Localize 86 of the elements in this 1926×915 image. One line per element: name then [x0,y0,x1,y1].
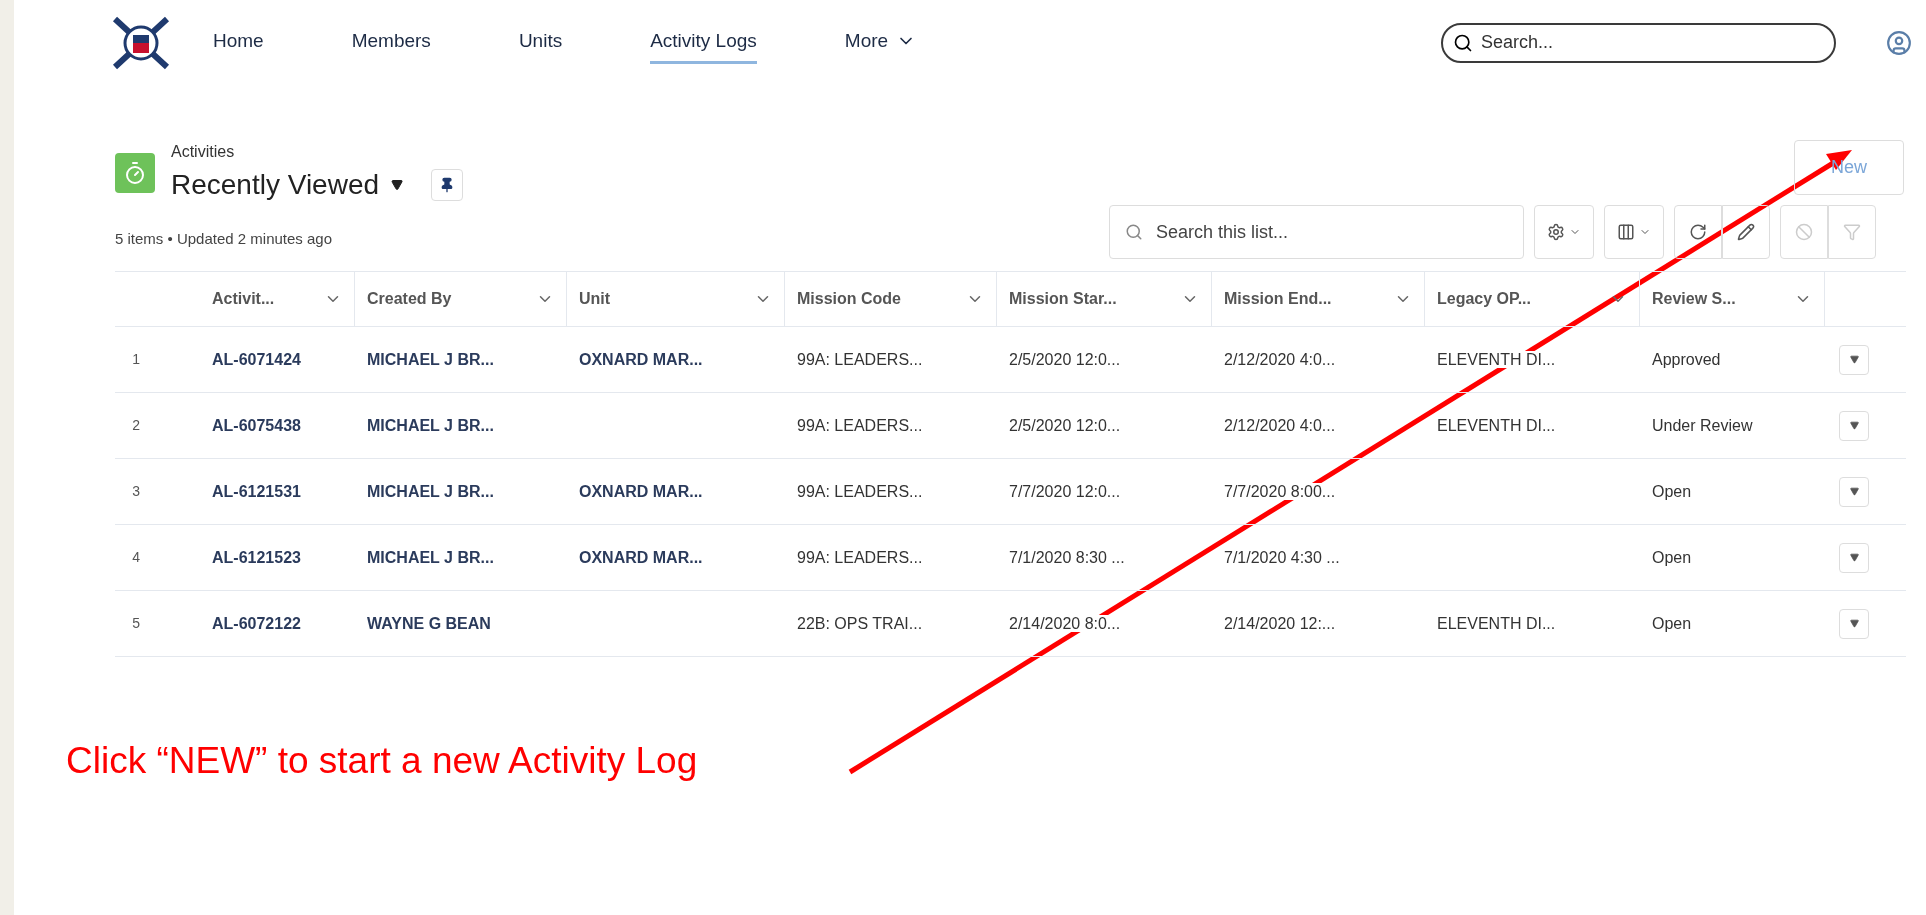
list-search-field[interactable]: Search this list... [1109,205,1524,259]
table-cell[interactable]: AL-6075438 [212,416,301,434]
nav-tab[interactable]: Members [351,20,431,65]
table-cell[interactable]: AL-6072122 [212,614,301,632]
column-header[interactable]: Review S... [1640,272,1825,326]
table-cell: 22B: OPS TRAI... [797,614,923,632]
table-cell[interactable]: WAYNE G BEAN [367,614,491,632]
caret-icon [391,179,404,191]
object-label: Activities [171,142,236,162]
column-header[interactable]: Created By [355,272,567,326]
nav-tab[interactable]: More [844,20,917,65]
table-cell: Under Review [1652,416,1753,434]
table-cell: 2/14/2020 8:0... [1009,614,1121,632]
columns-button[interactable] [1604,205,1664,259]
list-view-selector[interactable]: Recently Viewed [171,164,404,206]
table-cell: 7/1/2020 4:30 ... [1224,548,1340,566]
table-cell: 7/7/2020 8:00... [1224,482,1336,500]
search-icon [1453,32,1473,53]
table-cell: Open [1652,614,1692,632]
pencil-icon [1737,223,1755,241]
table-cell: Approved [1652,350,1721,368]
row-number: 1 [131,350,141,369]
column-header[interactable]: Mission Code [785,272,997,326]
stopwatch-glyph-icon [123,161,147,185]
table-cell: 99A: LEADERS... [797,482,923,500]
search-field[interactable]: Search... [1441,22,1836,63]
table-cell[interactable]: AL-6121523 [212,548,301,566]
annotation-text: Click “NEW” to start a new Activity Log [66,740,698,781]
row-action-button[interactable] [1839,344,1869,375]
table-cell[interactable]: OXNARD MAR... [579,548,703,566]
pin-button[interactable] [431,169,464,201]
settings-button[interactable] [1534,205,1594,259]
table-cell[interactable]: AL-6121531 [212,482,301,500]
table-cell: 99A: LEADERS... [797,350,923,368]
table-cell: 2/14/2020 12:... [1224,614,1336,632]
caret-icon [1849,553,1859,562]
row-action-button[interactable] [1839,410,1869,441]
nav-tab[interactable]: Activity Logs [650,20,757,65]
row-number: 3 [131,482,141,501]
column-header[interactable]: Unit [567,272,785,326]
user-avatar-icon[interactable] [1886,29,1912,56]
filter-icon [1843,223,1861,241]
list-status: 5 items • Updated 2 minutes ago [115,229,334,249]
column-header[interactable]: Activit... [200,272,355,326]
nav-tab[interactable]: Home [213,20,264,65]
table-cell: 2/12/2020 4:0... [1224,350,1336,368]
refresh-button[interactable] [1674,205,1722,259]
row-action-button[interactable] [1839,542,1869,573]
row-number: 4 [131,548,141,567]
table-cell: 99A: LEADERS... [797,548,923,566]
table-cell[interactable]: MICHAEL J BR... [367,482,494,500]
gear-icon [1547,223,1565,241]
table-cell: Open [1652,482,1692,500]
circle-icon [1795,223,1813,241]
caret-icon [1849,487,1859,496]
row-action-button[interactable] [1839,608,1869,639]
caret-icon [1849,355,1859,364]
edit-button[interactable] [1722,205,1770,259]
refresh-icon [1689,223,1707,241]
table-cell: 7/1/2020 8:30 ... [1009,548,1125,566]
columns-icon [1617,223,1635,241]
caret-icon [1849,619,1859,628]
search-icon [1125,223,1143,241]
column-header[interactable]: Legacy OP... [1425,272,1640,326]
row-number: 2 [131,416,141,435]
table-cell: 7/7/2020 12:0... [1009,482,1121,500]
table-cell[interactable]: OXNARD MAR... [579,350,703,368]
table-cell: 2/12/2020 4:0... [1224,416,1336,434]
table-cell: Open [1652,548,1692,566]
table-cell: ELEVENTH DI... [1437,416,1556,434]
table-cell[interactable]: AL-6071424 [212,350,301,368]
table-cell: ELEVENTH DI... [1437,614,1556,632]
caret-icon [1849,421,1859,430]
column-header[interactable]: Mission End... [1212,272,1425,326]
table-cell[interactable]: OXNARD MAR... [579,482,703,500]
table-cell: 2/5/2020 12:0... [1009,416,1121,434]
table-cell: 2/5/2020 12:0... [1009,350,1121,368]
row-action-button[interactable] [1839,476,1869,507]
table-cell[interactable]: MICHAEL J BR... [367,416,494,434]
table-cell: ELEVENTH DI... [1437,350,1556,368]
nav-tab[interactable]: Units [518,20,563,65]
table-cell: 99A: LEADERS... [797,416,923,434]
table-cell[interactable]: MICHAEL J BR... [367,548,494,566]
column-header[interactable]: Mission Star... [997,272,1212,326]
table-cell[interactable]: MICHAEL J BR... [367,350,494,368]
row-number: 5 [131,614,141,633]
